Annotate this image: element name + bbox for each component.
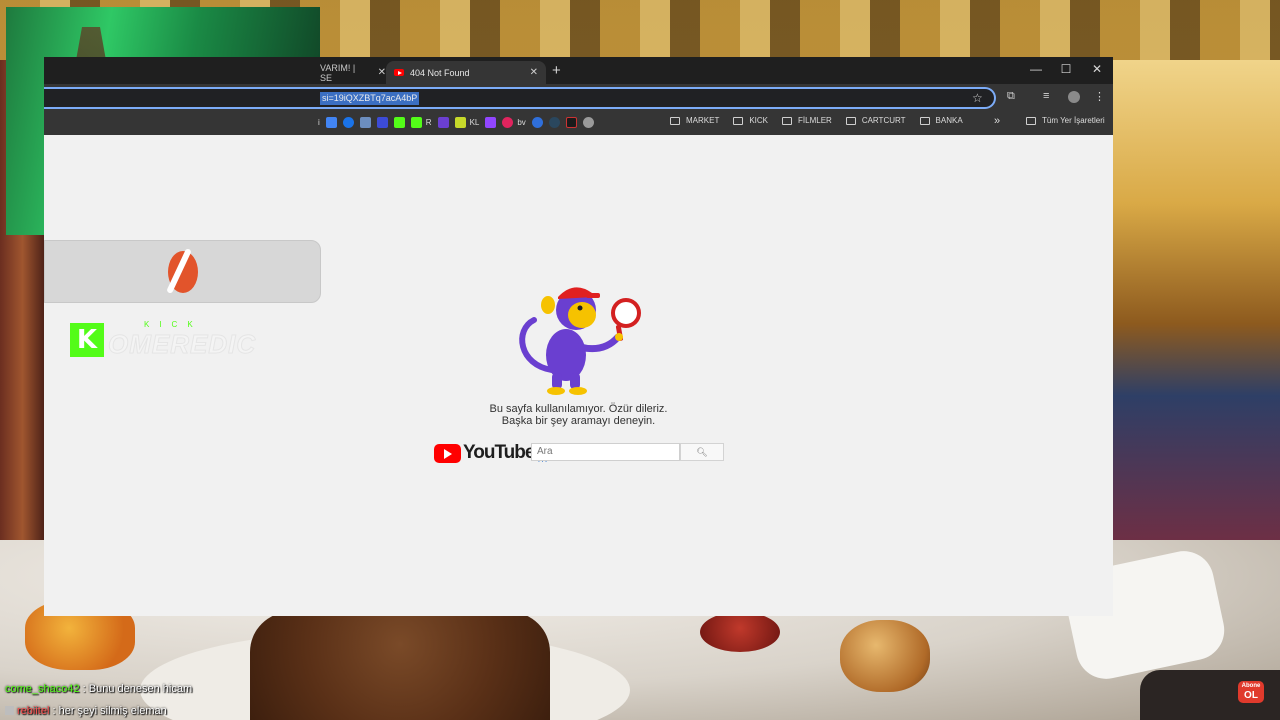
chat-message: come_shaco42 : Bunu denesen hicam bbox=[5, 683, 193, 695]
background-cake bbox=[250, 612, 550, 720]
kick-logo-icon: K bbox=[70, 323, 104, 357]
browser-titlebar: VARIM! | SE ✕ 404 Not Found ✕ + — ☐ ✕ bbox=[44, 57, 1113, 84]
bookmark-icon[interactable] bbox=[531, 117, 543, 128]
page-content: Bu sayfa kullanılamıyor. Özür dileriz. B… bbox=[44, 135, 1113, 616]
bookmark-folders: MARKET KICK FİLMLER CARTCURT BANKA bbox=[670, 116, 963, 125]
bookmark-label[interactable]: bv bbox=[517, 118, 525, 127]
folder-icon bbox=[919, 116, 930, 125]
close-icon[interactable]: ✕ bbox=[378, 67, 386, 78]
stream-chat: come_shaco42 : Bunu denesen hicam rebiit… bbox=[5, 678, 192, 720]
m-icon[interactable] bbox=[376, 117, 388, 128]
twitch-icon[interactable] bbox=[485, 117, 497, 128]
all-bookmarks-label: Tüm Yer İşaretleri bbox=[1042, 116, 1105, 125]
media-control-icon[interactable]: ≡ bbox=[1043, 90, 1049, 102]
feather-logo-icon bbox=[167, 250, 198, 293]
folder-cartcurt[interactable]: CARTCURT bbox=[845, 116, 906, 125]
folder-icon bbox=[782, 116, 793, 125]
bookmark-icon[interactable] bbox=[454, 117, 466, 128]
search-icon: 🔍︎ bbox=[696, 446, 708, 457]
chat-message: rebiitel : her şeyi silmiş eleman bbox=[5, 700, 192, 720]
bookmark-icon[interactable] bbox=[359, 117, 371, 128]
folder-label: BANKA bbox=[935, 116, 963, 125]
youtube-favicon-icon bbox=[394, 69, 404, 76]
youtube-wordmark: YouTube bbox=[463, 442, 535, 463]
folder-label: FİLMLER bbox=[798, 116, 832, 125]
new-tab-button[interactable]: + bbox=[552, 62, 561, 79]
drive-icon[interactable] bbox=[325, 117, 337, 128]
subscribe-badge-bottom: OL bbox=[1244, 690, 1258, 701]
folder-filmler[interactable]: FİLMLER bbox=[782, 116, 832, 125]
url-text[interactable]: si=19iQXZBTq7acA4bP bbox=[320, 92, 420, 105]
chat-text: Bunu denesen hicam bbox=[88, 683, 193, 695]
profile-avatar-icon[interactable] bbox=[1068, 91, 1080, 103]
tab-inactive[interactable]: VARIM! | SE ✕ bbox=[320, 61, 386, 84]
search-button[interactable]: 🔍︎ bbox=[680, 443, 724, 461]
background-pastry bbox=[840, 620, 930, 692]
search-input[interactable]: Ara bbox=[531, 443, 680, 461]
maximize-icon[interactable]: ☐ bbox=[1056, 62, 1076, 76]
bookmark-icon[interactable] bbox=[565, 117, 577, 128]
kick-channel-badge: K KICK OMEREDIC bbox=[70, 320, 256, 360]
folder-icon bbox=[733, 116, 744, 125]
folder-banka[interactable]: BANKA bbox=[919, 116, 963, 125]
all-bookmarks[interactable]: Tüm Yer İşaretleri bbox=[1026, 116, 1105, 125]
folder-kick[interactable]: KICK bbox=[733, 116, 768, 125]
globe-icon[interactable] bbox=[582, 117, 594, 128]
close-icon[interactable]: ✕ bbox=[530, 67, 538, 78]
folder-icon bbox=[670, 116, 680, 125]
bookmark-icon[interactable] bbox=[437, 117, 449, 128]
bookmarks-bar: i R KL bv MARKET KICK FİLMLER CARTCURT B… bbox=[44, 111, 1113, 135]
chat-username: come_shaco42 bbox=[5, 683, 80, 695]
browser-toolbar: si=19iQXZBTq7acA4bP ☆ ⧉ ≡ ⋮ bbox=[44, 84, 1113, 111]
subscribe-badge: Abone OL bbox=[1238, 681, 1264, 703]
folder-market[interactable]: MARKET bbox=[670, 116, 719, 125]
address-bar[interactable]: si=19iQXZBTq7acA4bP ☆ bbox=[44, 87, 996, 109]
star-icon[interactable]: ☆ bbox=[972, 91, 983, 105]
bookmark-icon[interactable] bbox=[502, 117, 514, 128]
error-message-line1: Bu sayfa kullanılamıyor. Özür dileriz. bbox=[489, 403, 668, 415]
folder-label: MARKET bbox=[686, 116, 720, 125]
youtube-play-icon bbox=[434, 443, 461, 463]
streamer-logo-panel bbox=[44, 240, 321, 303]
monkey-illustration bbox=[519, 287, 641, 395]
steam-icon[interactable] bbox=[548, 117, 560, 128]
tab-active[interactable]: 404 Not Found ✕ bbox=[386, 61, 546, 84]
folder-label: CARTCURT bbox=[861, 116, 906, 125]
background-pastry bbox=[700, 612, 780, 652]
kick-icon[interactable] bbox=[393, 117, 405, 128]
tab-label: VARIM! | SE bbox=[320, 62, 356, 83]
play-icon[interactable] bbox=[342, 117, 354, 128]
bookmarks-overflow-icon[interactable]: » bbox=[994, 115, 1000, 127]
error-message-line2: Başka bir şey aramayı deneyin. bbox=[501, 415, 656, 427]
tab-label: 404 Not Found bbox=[410, 67, 470, 78]
kick-channel-name: OMEREDIC bbox=[107, 329, 257, 360]
subscribe-badge-top: Abone bbox=[1241, 683, 1261, 689]
chat-text: her şeyi silmiş eleman bbox=[58, 705, 167, 717]
bookmark-shortcuts: i R KL bv bbox=[318, 117, 594, 128]
menu-kebab-icon[interactable]: ⋮ bbox=[1094, 90, 1105, 103]
kick-icon[interactable] bbox=[410, 117, 422, 128]
folder-icon bbox=[1026, 116, 1036, 125]
bookmark-label[interactable]: R bbox=[426, 118, 432, 127]
folder-icon bbox=[845, 116, 856, 125]
extensions-icon[interactable]: ⧉ bbox=[1007, 90, 1015, 103]
bookmark-label[interactable]: i bbox=[318, 118, 320, 127]
background-right-pillar bbox=[1112, 60, 1280, 540]
bookmark-label[interactable]: KL bbox=[470, 118, 480, 127]
chat-username: rebiitel bbox=[17, 705, 50, 717]
kick-brand-label: KICK bbox=[144, 320, 203, 329]
chat-badge-icon bbox=[5, 706, 14, 715]
folder-label: KICK bbox=[749, 116, 769, 125]
minimize-icon[interactable]: — bbox=[1026, 62, 1046, 76]
close-window-icon[interactable]: ✕ bbox=[1087, 62, 1107, 76]
